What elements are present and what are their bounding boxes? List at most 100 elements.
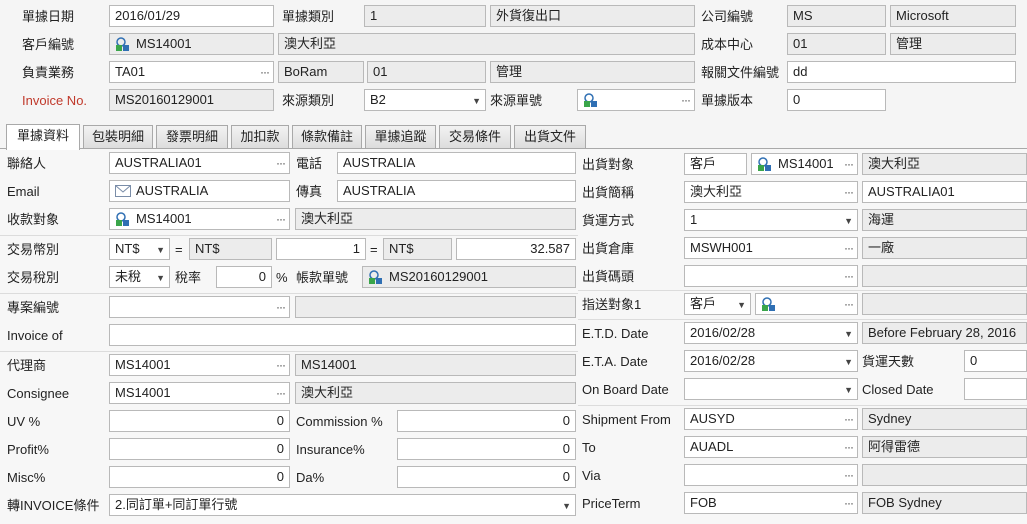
tax-type-select[interactable]: 未稅 ▼ (109, 266, 170, 288)
sales-code-field[interactable]: TA01 ··· (109, 61, 274, 83)
base-currency-field: NT$ (189, 238, 272, 260)
to-code-field[interactable]: AUADL ··· (684, 436, 858, 458)
chevron-down-icon[interactable]: ▼ (844, 352, 853, 371)
tab-invoice-detail[interactable]: 發票明細 (156, 125, 228, 149)
ship-abbr-field[interactable]: 澳大利亞 ··· (684, 181, 858, 203)
version-label: 單據版本 (701, 93, 754, 108)
wharf-code-field[interactable]: ··· (684, 265, 858, 287)
consignee-code-field[interactable]: MS14001 ··· (109, 382, 290, 404)
etd-date-picker[interactable]: 2016/02/28 ▼ (684, 322, 858, 344)
transport-select[interactable]: 1 ▼ (684, 209, 858, 231)
chevron-down-icon[interactable]: ▼ (844, 324, 853, 343)
divider (0, 351, 578, 352)
uv-label: UV % (7, 414, 41, 429)
currency-select[interactable]: NT$ ▼ (109, 238, 170, 260)
ship-abbr-lookup-button[interactable]: ··· (844, 182, 854, 202)
price-term-lookup-button[interactable]: ··· (844, 493, 854, 513)
rate-a-field[interactable]: 1 (276, 238, 366, 260)
ship-to-lookup-button[interactable]: ··· (844, 154, 854, 174)
notify-lookup-button[interactable]: ··· (844, 294, 854, 314)
contact-lookup-button[interactable]: ··· (276, 153, 286, 173)
tab-terms[interactable]: 條款備註 (292, 125, 362, 149)
tab-shipping-docs[interactable]: 出貨文件 (514, 125, 586, 149)
wharf-lookup-button[interactable]: ··· (844, 266, 854, 286)
ship-from-code-field[interactable]: AUSYD ··· (684, 408, 858, 430)
convert-select[interactable]: 2.同訂單+同訂單行號 ▼ (109, 494, 576, 516)
project-lookup-button[interactable]: ··· (276, 297, 286, 317)
agent-code-field[interactable]: MS14001 ··· (109, 354, 290, 376)
ship-from-lookup-button[interactable]: ··· (844, 409, 854, 429)
chevron-down-icon[interactable]: ▼ (562, 496, 571, 515)
invoice-of-field[interactable] (109, 324, 576, 346)
price-term-code-field[interactable]: FOB ··· (684, 492, 858, 514)
eta-label: E.T.A. Date (582, 354, 648, 369)
project-code-field[interactable]: ··· (109, 296, 290, 318)
tax-rate-label: 稅率 (175, 270, 202, 285)
notify-lookup-icon (762, 297, 775, 311)
tab-tracking[interactable]: 單據追蹤 (365, 125, 436, 149)
project-name-field (295, 296, 576, 318)
chevron-down-icon[interactable]: ▼ (844, 211, 853, 230)
ar-doc-field: MS20160129001 (362, 266, 576, 288)
cost-center-code-field: 01 (787, 33, 886, 55)
chevron-down-icon[interactable]: ▼ (156, 268, 165, 287)
ship-to-type-field[interactable]: 客戶 (684, 153, 747, 175)
tab-trade-terms[interactable]: 交易條件 (439, 125, 511, 149)
divider (0, 235, 578, 236)
uv-field[interactable]: 0 (109, 410, 290, 432)
customs-doc-field[interactable]: dd (787, 61, 1016, 83)
agent-lookup-button[interactable]: ··· (276, 355, 286, 375)
tab-packing[interactable]: 包裝明細 (83, 125, 153, 149)
phone-field[interactable]: AUSTRALIA (337, 152, 576, 174)
chevron-down-icon[interactable]: ▼ (844, 380, 853, 399)
source-no-lookup-button[interactable]: ··· (681, 90, 691, 110)
chevron-down-icon[interactable]: ▼ (156, 240, 165, 259)
commission-label: Commission % (296, 414, 383, 429)
etd-label: E.T.D. Date (582, 326, 649, 341)
insurance-field[interactable]: 0 (397, 438, 576, 460)
source-no-field[interactable]: ··· (577, 89, 695, 111)
notify-code-field[interactable]: ··· (755, 293, 858, 315)
ship-abbr-contact-field[interactable]: AUSTRALIA01 (862, 181, 1027, 203)
tab-adjustments[interactable]: 加扣款 (231, 125, 289, 149)
ship-to-lookup-icon (758, 157, 771, 171)
doc-date-field[interactable]: 2016/01/29 (109, 5, 274, 27)
payee-code-field[interactable]: MS14001 ··· (109, 208, 290, 230)
ship-to-code-field[interactable]: MS14001 ··· (751, 153, 858, 175)
notify-type-select[interactable]: 客戶 ▼ (684, 293, 751, 315)
sales-dept-code-field: 01 (367, 61, 486, 83)
payee-name-field: 澳大利亞 (295, 208, 576, 230)
divider (578, 290, 1027, 291)
payee-lookup-button[interactable]: ··· (276, 209, 286, 229)
eta-date-picker[interactable]: 2016/02/28 ▼ (684, 350, 858, 372)
chevron-down-icon[interactable]: ▼ (737, 295, 746, 314)
tab-document[interactable]: 單據資料 (6, 124, 80, 150)
email-field[interactable]: AUSTRALIA (109, 180, 290, 202)
version-field[interactable]: 0 (787, 89, 886, 111)
contact-field[interactable]: AUSTRALIA01 ··· (109, 152, 290, 174)
to-lookup-button[interactable]: ··· (844, 437, 854, 457)
via-code-field[interactable]: ··· (684, 464, 858, 486)
notify-label: 指送對象1 (582, 297, 642, 312)
profit-field[interactable]: 0 (109, 438, 290, 460)
source-type-select[interactable]: B2 ▼ (364, 89, 486, 111)
sales-lookup-button[interactable]: ··· (260, 62, 270, 82)
closed-date-field[interactable] (964, 378, 1027, 400)
agent-label: 代理商 (7, 358, 47, 373)
transit-days-field[interactable]: 0 (964, 350, 1027, 372)
fax-field[interactable]: AUSTRALIA (337, 180, 576, 202)
commission-field[interactable]: 0 (397, 410, 576, 432)
misc-field[interactable]: 0 (109, 466, 290, 488)
da-label: Da% (296, 470, 325, 485)
rate-b-field[interactable]: 32.587 (456, 238, 576, 260)
warehouse-code-field[interactable]: MSWH001 ··· (684, 237, 858, 259)
consignee-lookup-button[interactable]: ··· (276, 383, 286, 403)
warehouse-lookup-button[interactable]: ··· (844, 238, 854, 258)
cost-center-name-field: 管理 (890, 33, 1016, 55)
onboard-date-picker[interactable]: ▼ (684, 378, 858, 400)
via-lookup-button[interactable]: ··· (844, 465, 854, 485)
sales-dept-name-field: 管理 (490, 61, 695, 83)
chevron-down-icon[interactable]: ▼ (472, 91, 481, 110)
tax-rate-field[interactable]: 0 (216, 266, 272, 288)
da-field[interactable]: 0 (397, 466, 576, 488)
